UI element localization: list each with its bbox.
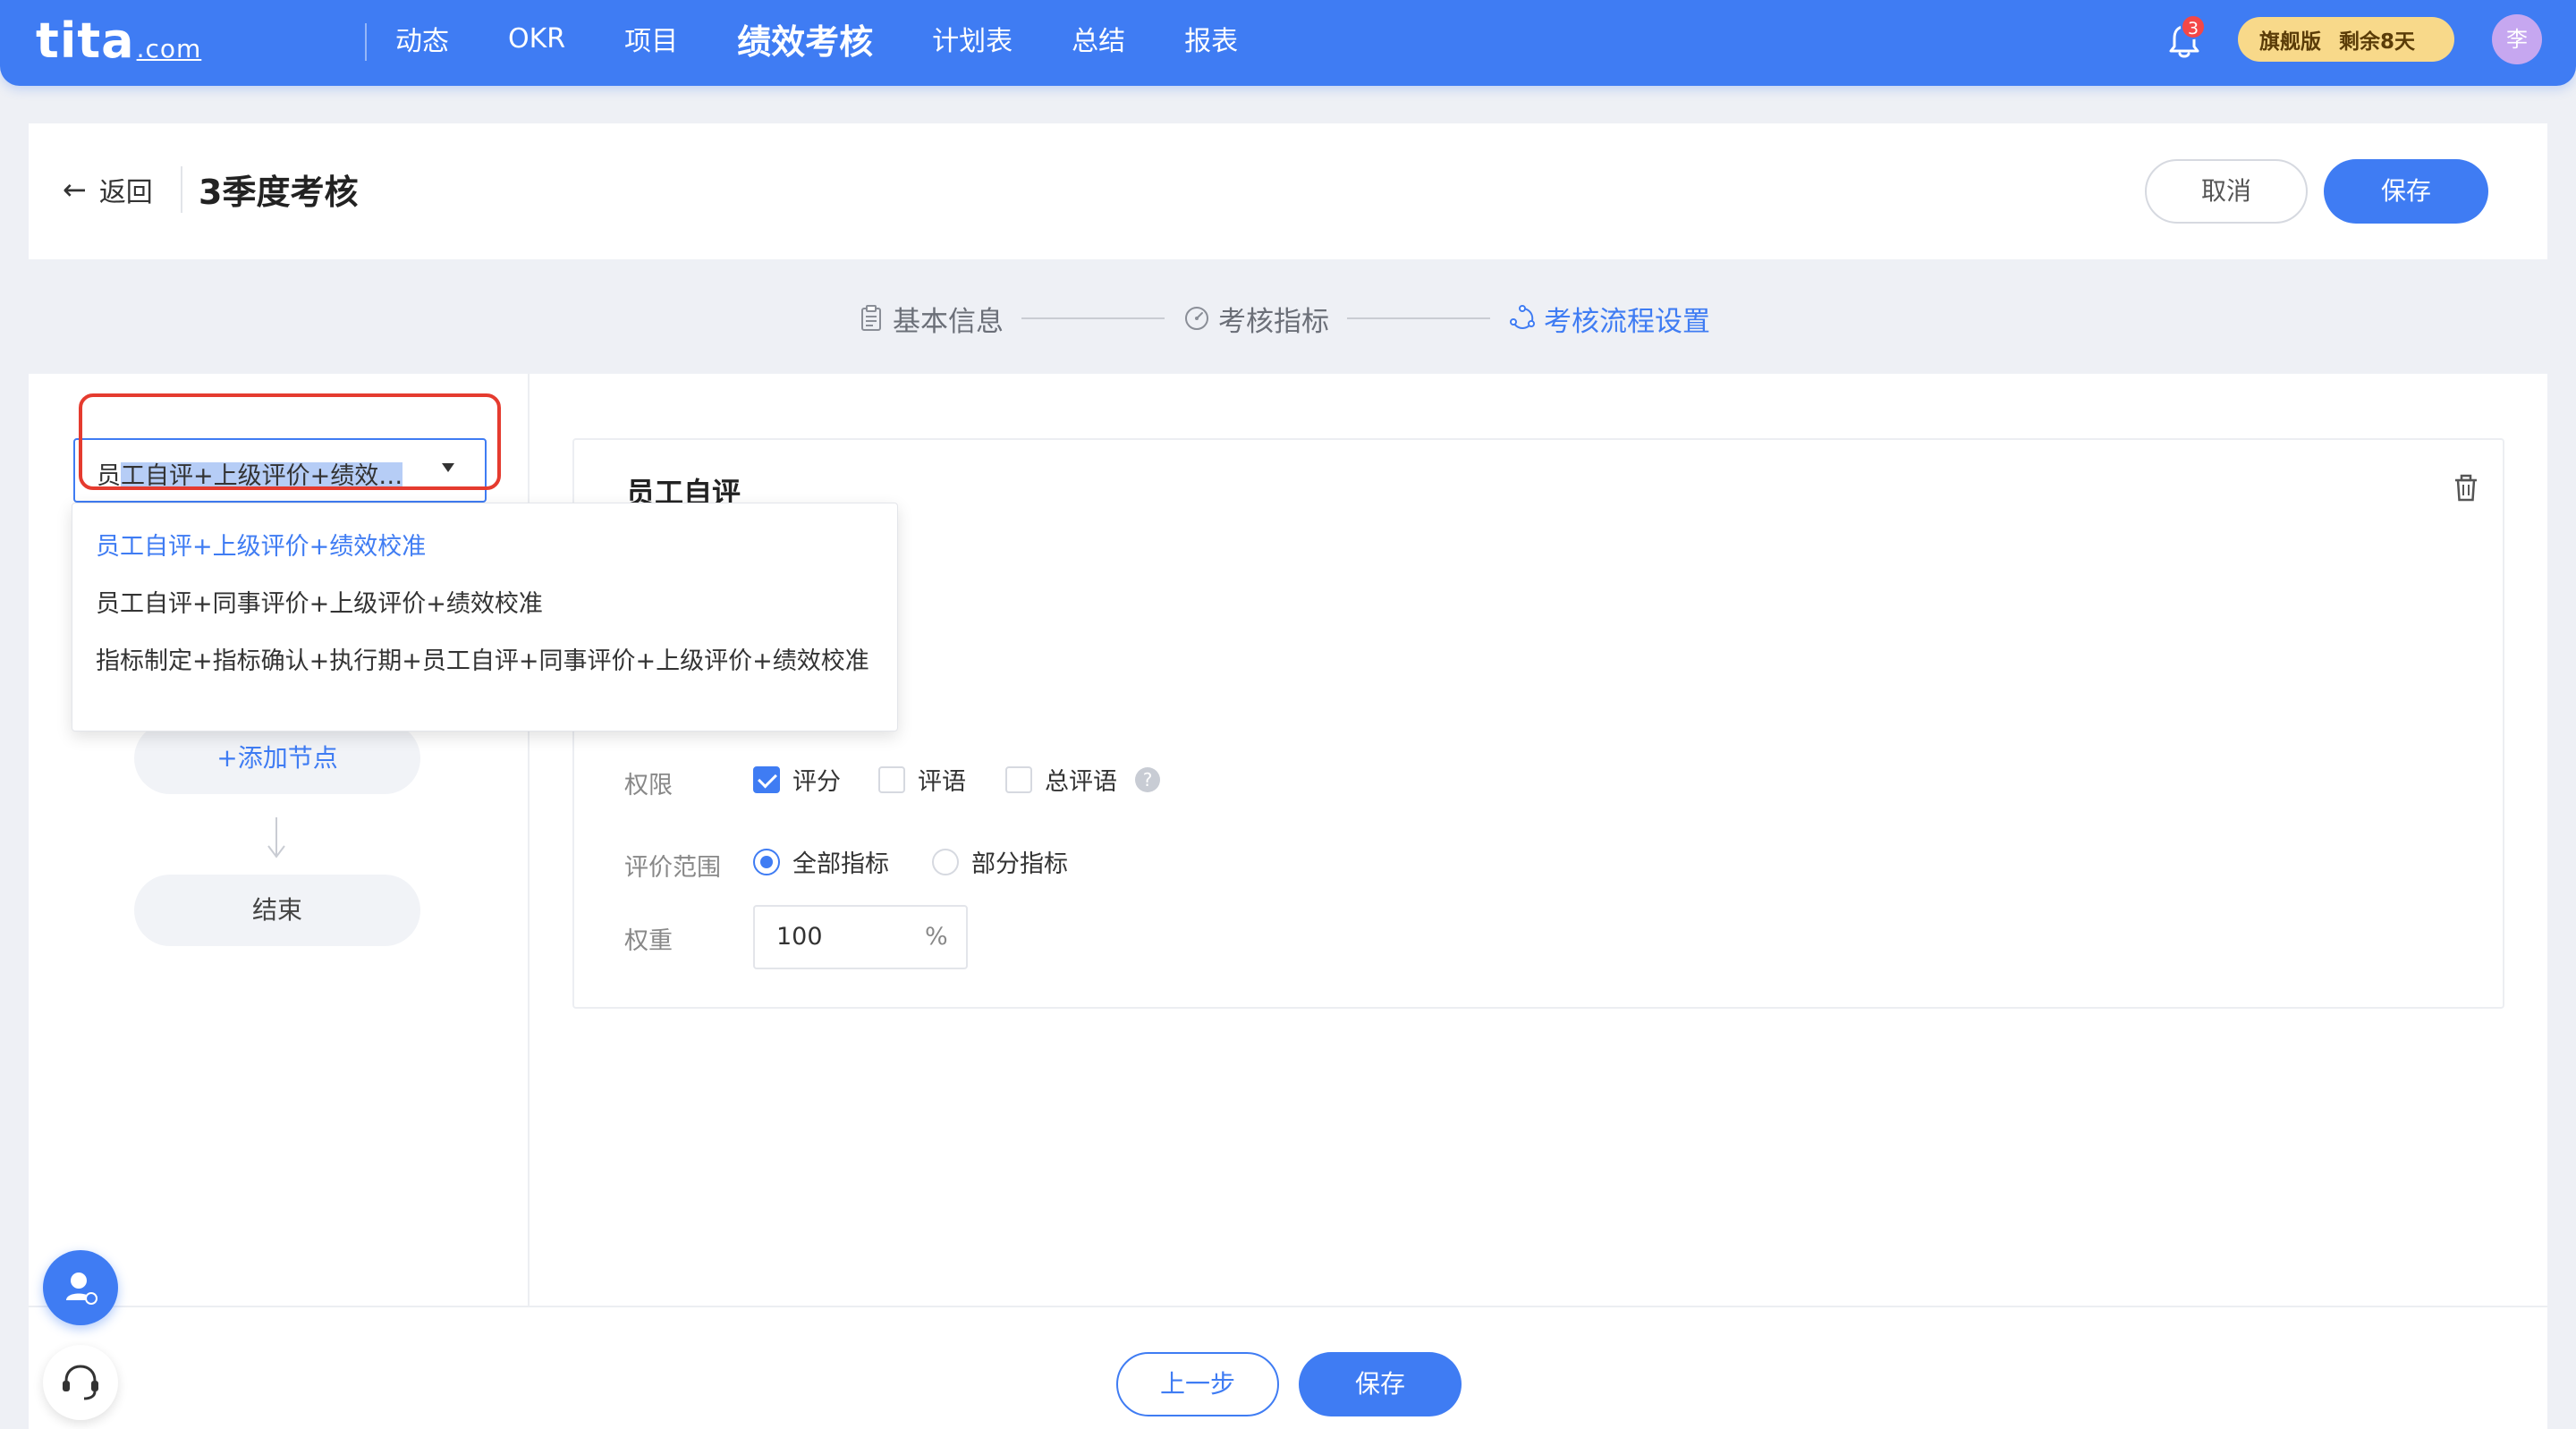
nav-menu: 动态 OKR 项目 绩效考核 计划表 总结 报表 — [395, 0, 1297, 77]
headset-icon — [63, 1365, 98, 1400]
trash-icon[interactable] — [2453, 474, 2479, 503]
flow-cycle-icon — [1510, 305, 1535, 329]
footer-save-button[interactable]: 保存 — [1299, 1352, 1462, 1416]
scope-partial-radio[interactable]: 部分指标 — [932, 844, 1068, 879]
footer-actions: 上一步 保存 — [29, 1306, 2547, 1429]
permission-score-checkbox[interactable]: 评分 — [753, 762, 841, 797]
logo-suffix: .com — [136, 34, 202, 63]
checkbox-unchecked — [1005, 765, 1032, 793]
page-title: 3季度考核 — [199, 173, 359, 212]
step-label: 基本信息 — [893, 305, 1004, 338]
logo-main: tita — [36, 13, 135, 69]
flow-sidebar: 员工自评+上级评价+绩效… 员工自评+上级评价+绩效校准 员工自评+同事评价+上… — [29, 374, 898, 1306]
nav-item-projects[interactable]: 项目 — [624, 19, 678, 58]
add-node-button[interactable]: +添加节点 — [134, 723, 420, 794]
nav-item-performance[interactable]: 绩效考核 — [737, 14, 873, 63]
cancel-button[interactable]: 取消 — [2145, 159, 2308, 224]
step-connector — [1021, 317, 1165, 319]
step-connector — [1347, 317, 1490, 319]
weight-unit: % — [925, 923, 948, 951]
permission-comment-checkbox[interactable]: 评语 — [878, 762, 966, 797]
plan-badge[interactable]: 旗舰版 剩余8天 — [2238, 17, 2454, 62]
previous-step-button[interactable]: 上一步 — [1116, 1352, 1279, 1416]
plan-label: 旗舰版 — [2258, 30, 2321, 54]
dropdown-option[interactable]: 指标制定+指标确认+执行期+员工自评+同事评价+上级评价+绩效校准 — [96, 641, 869, 676]
notification-badge: 3 — [2181, 14, 2206, 39]
scope-all-radio[interactable]: 全部指标 — [753, 844, 889, 879]
flow-template-dropdown: 员工自评+上级评价+绩效校准 员工自评+同事评价+上级评价+绩效校准 指标制定+… — [72, 503, 898, 731]
weight-input[interactable]: 100 % — [753, 905, 968, 969]
permission-summary-checkbox[interactable]: 总评语 ? — [1005, 762, 1160, 797]
annotation-highlight-box — [79, 393, 501, 490]
scope-label: 评价范围 — [624, 854, 721, 882]
save-button[interactable]: 保存 — [2324, 159, 2488, 224]
option-label: 部分指标 — [971, 850, 1068, 878]
radio-unchecked — [932, 848, 959, 875]
top-navigation-bar: tita.com 动态 OKR 项目 绩效考核 计划表 总结 报表 3 旗舰版 … — [0, 0, 2576, 86]
page-header: ← 返回 3季度考核 取消 保存 — [29, 123, 2547, 259]
step-indicator: 基本信息 考核指标 考核流程设置 — [857, 297, 1710, 340]
option-label: 评分 — [792, 768, 841, 796]
dropdown-option[interactable]: 员工自评+同事评价+上级评价+绩效校准 — [96, 584, 543, 619]
step-label: 考核指标 — [1218, 305, 1329, 338]
step-basic-info[interactable]: 基本信息 — [857, 299, 1004, 339]
nav-item-summary[interactable]: 总结 — [1072, 19, 1125, 58]
checkbox-checked — [753, 765, 780, 793]
gauge-icon — [1185, 307, 1208, 330]
option-label: 全部指标 — [792, 850, 889, 878]
nav-item-dynamics[interactable]: 动态 — [395, 19, 449, 58]
nav-item-reports[interactable]: 报表 — [1184, 19, 1238, 58]
user-avatar[interactable]: 李 — [2492, 14, 2542, 64]
support-float-button[interactable] — [43, 1345, 118, 1420]
arrow-left-icon: ← — [63, 173, 87, 207]
user-icon — [66, 1273, 97, 1305]
option-label: 总评语 — [1045, 768, 1117, 796]
tita-logo[interactable]: tita.com — [36, 14, 201, 76]
permission-label: 权限 — [624, 772, 673, 799]
back-label: 返回 — [98, 177, 153, 208]
header-divider — [181, 166, 182, 213]
option-label: 评语 — [918, 768, 966, 796]
step-flow-settings[interactable]: 考核流程设置 — [1508, 299, 1710, 339]
clipboard-icon — [861, 305, 881, 331]
arrow-down-icon — [267, 817, 285, 858]
nav-divider — [365, 23, 367, 61]
step-label: 考核流程设置 — [1544, 305, 1710, 338]
flow-end-node[interactable]: 结束 — [134, 875, 420, 946]
step-indicators[interactable]: 考核指标 — [1182, 299, 1329, 339]
weight-value: 100 — [776, 923, 823, 951]
flow-settings-panel: 员工自评+上级评价+绩效… 员工自评+上级评价+绩效校准 员工自评+同事评价+上… — [29, 374, 2547, 1429]
weight-label: 权重 — [624, 927, 673, 955]
checkbox-unchecked — [878, 765, 905, 793]
radio-checked — [753, 848, 780, 875]
back-button[interactable]: ← 返回 — [63, 170, 153, 209]
nav-item-okr[interactable]: OKR — [508, 23, 565, 55]
plan-remaining: 剩余8天 — [2338, 30, 2415, 54]
dropdown-option[interactable]: 员工自评+上级评价+绩效校准 — [96, 527, 426, 562]
help-icon[interactable]: ? — [1135, 766, 1160, 792]
nav-item-plans[interactable]: 计划表 — [932, 19, 1013, 58]
contact-float-button[interactable] — [43, 1250, 118, 1325]
